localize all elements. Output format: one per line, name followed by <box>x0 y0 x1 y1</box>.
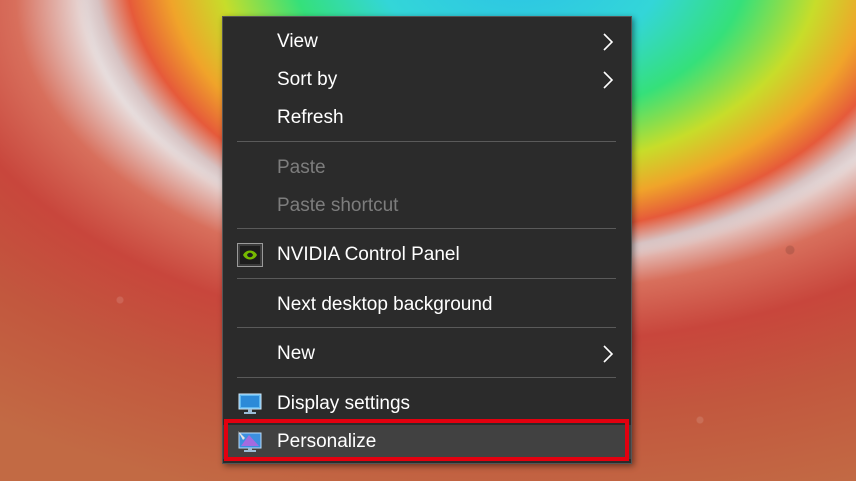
chevron-right-icon <box>603 33 614 51</box>
display-settings-icon <box>238 393 262 414</box>
menu-item-paste-shortcut: Paste shortcut <box>223 189 631 223</box>
menu-item-refresh[interactable]: Refresh <box>223 101 631 135</box>
menu-separator <box>237 377 616 378</box>
menu-item-paste: Paste <box>223 151 631 185</box>
menu-item-label: Sort by <box>277 69 338 90</box>
menu-item-label: NVIDIA Control Panel <box>277 244 460 265</box>
menu-item-nvidia-control-panel[interactable]: NVIDIA Control Panel <box>223 238 631 272</box>
menu-item-label: New <box>277 343 316 364</box>
nvidia-icon <box>237 243 263 267</box>
menu-item-next-desktop-background[interactable]: Next desktop background <box>223 288 631 322</box>
menu-item-label: Next desktop background <box>277 294 493 315</box>
menu-item-label: View <box>277 31 318 52</box>
chevron-right-icon <box>603 345 614 363</box>
menu-item-display-settings[interactable]: Display settings <box>223 387 631 421</box>
menu-separator <box>237 327 616 328</box>
menu-item-new[interactable]: New <box>223 337 631 371</box>
menu-item-label: Display settings <box>277 393 411 414</box>
personalize-highlight-box <box>224 419 629 461</box>
chevron-right-icon <box>603 71 614 89</box>
menu-item-view[interactable]: View <box>223 25 631 59</box>
menu-separator <box>237 141 616 142</box>
menu-item-label: Paste shortcut <box>277 195 399 216</box>
menu-separator <box>237 228 616 229</box>
menu-separator <box>237 278 616 279</box>
menu-item-label: Refresh <box>277 107 344 128</box>
desktop-context-menu: View Sort by Refresh Paste Paste shortcu… <box>222 16 632 464</box>
menu-item-label: Paste <box>277 157 326 178</box>
menu-item-sort-by[interactable]: Sort by <box>223 63 631 97</box>
